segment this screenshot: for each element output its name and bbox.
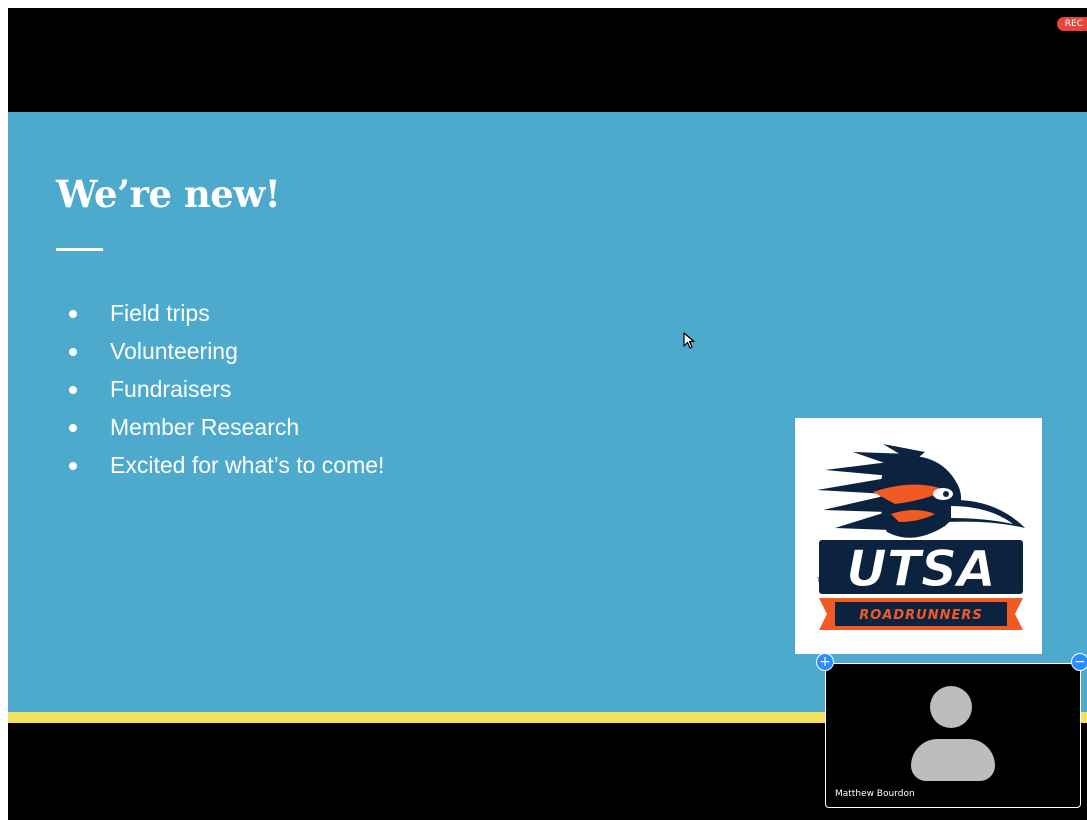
screen-share-view: REC We’re new! Field trips Volunteering … xyxy=(8,8,1087,820)
bullet-list: Field trips Volunteering Fundraisers Mem… xyxy=(56,294,384,484)
avatar-head xyxy=(930,686,972,728)
utsa-roadrunner-logo: UTSA TM ROADRUNNERS xyxy=(816,444,1025,630)
minus-icon[interactable]: − xyxy=(1071,653,1087,671)
plus-icon[interactable]: + xyxy=(816,653,834,671)
bullet-item: Field trips xyxy=(56,294,384,332)
bullet-item: Excited for what’s to come! xyxy=(56,446,384,484)
title-underline xyxy=(56,248,103,251)
slide-title: We’re new! xyxy=(56,172,281,216)
bullet-item: Volunteering xyxy=(56,332,384,370)
participant-video-tile[interactable]: Matthew Bourdon xyxy=(825,663,1081,808)
avatar-body xyxy=(911,739,995,781)
trademark-mark: TM xyxy=(816,577,826,584)
bullet-item: Member Research xyxy=(56,408,384,446)
participant-name: Matthew Bourdon xyxy=(835,789,915,799)
presentation-slide: We’re new! Field trips Volunteering Fund… xyxy=(8,112,1087,717)
recording-badge: REC xyxy=(1056,17,1087,31)
mouse-cursor-icon xyxy=(683,332,695,349)
roadrunners-label: ROADRUNNERS xyxy=(859,608,983,623)
utsa-logo-card: UTSA TM ROADRUNNERS xyxy=(795,418,1042,654)
utsa-wordmark: UTSA xyxy=(846,540,995,598)
bullet-item: Fundraisers xyxy=(56,370,384,408)
